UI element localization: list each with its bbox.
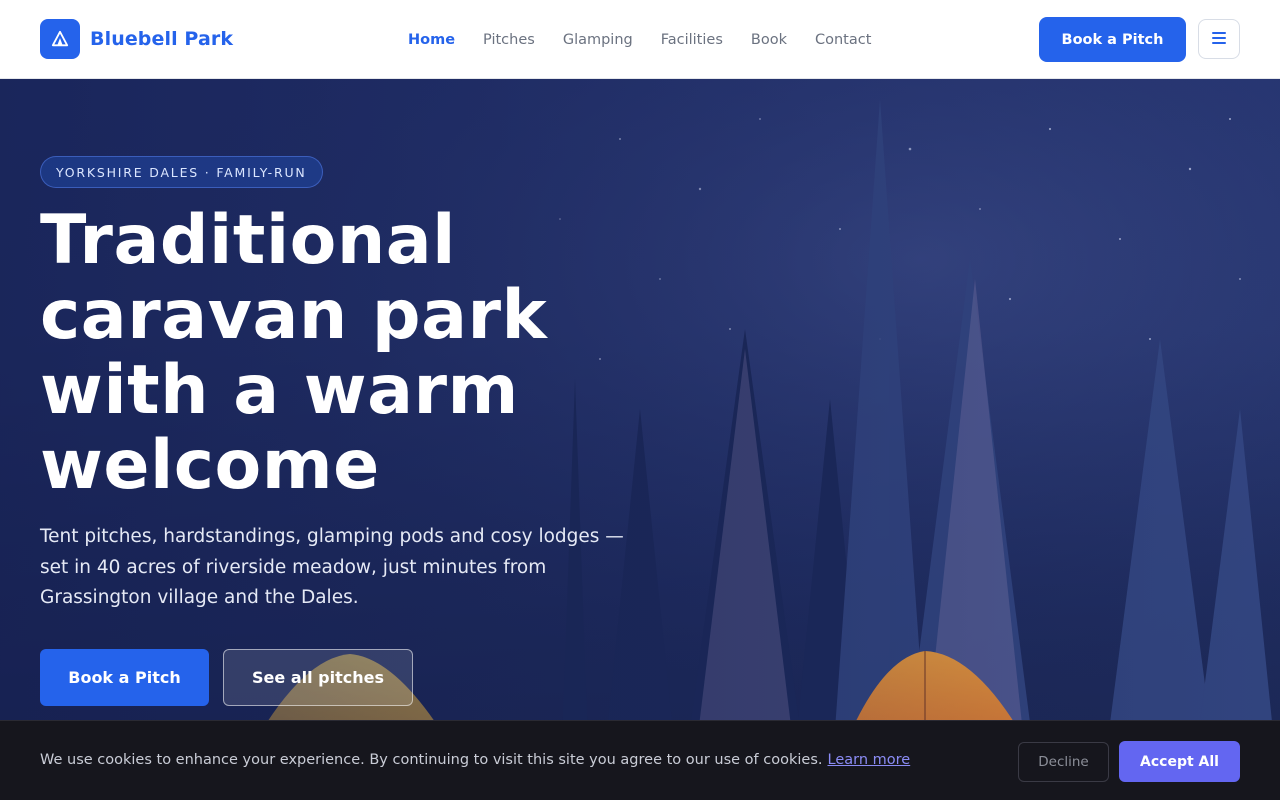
hamburger-icon: [1211, 29, 1227, 50]
brand-name: Bluebell Park: [90, 28, 234, 50]
cookie-decline-button[interactable]: Decline: [1018, 742, 1109, 782]
nav-item-home[interactable]: Home: [408, 32, 455, 48]
cookie-text-container: We use cookies to enhance your experienc…: [40, 752, 910, 768]
hero-section: YORKSHIRE DALES · FAMILY-RUN Traditional…: [0, 79, 1280, 800]
brand-logo-link[interactable]: Bluebell Park: [40, 19, 233, 59]
header-book-pitch-button[interactable]: Book a Pitch: [1039, 17, 1186, 62]
cookie-accept-button[interactable]: Accept All: [1119, 741, 1240, 782]
cookie-message: We use cookies to enhance your experienc…: [40, 752, 823, 768]
menu-button[interactable]: [1198, 19, 1240, 59]
hero-book-pitch-button[interactable]: Book a Pitch: [40, 649, 209, 706]
nav-item-pitches[interactable]: Pitches: [483, 32, 535, 48]
site-header: Bluebell Park Home Pitches Glamping Faci…: [0, 0, 1280, 79]
main-nav: Home Pitches Glamping Facilities Book Co…: [394, 0, 885, 79]
hero-headline: Traditional caravan park with a warm wel…: [40, 201, 548, 505]
nav-item-contact[interactable]: Contact: [815, 32, 871, 48]
cookie-learn-more-link[interactable]: Learn more: [828, 752, 911, 768]
cookie-banner: We use cookies to enhance your experienc…: [0, 720, 1280, 800]
hero-subtext: Tent pitches, hardstandings, glamping po…: [40, 526, 624, 608]
nav-item-glamping[interactable]: Glamping: [563, 32, 633, 48]
location-badge: YORKSHIRE DALES · FAMILY-RUN: [40, 156, 323, 188]
tent-icon: [40, 19, 80, 59]
nav-item-facilities[interactable]: Facilities: [661, 32, 723, 48]
nav-item-book[interactable]: Book: [751, 32, 787, 48]
see-all-pitches-button[interactable]: See all pitches: [223, 649, 413, 706]
